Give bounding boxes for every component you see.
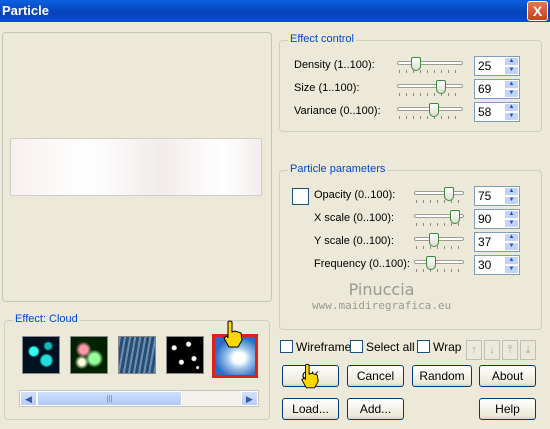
move-top-icon[interactable]: ⤒ — [502, 340, 518, 360]
slider-thumb[interactable] — [436, 80, 446, 94]
spin-up-icon[interactable]: ▲ — [504, 57, 519, 66]
window-title: Particle — [2, 3, 49, 18]
slider-thumb[interactable] — [411, 57, 421, 71]
effect-control-value-field[interactable]: 58 ▲ ▼ — [474, 102, 520, 122]
move-down-icon[interactable]: ↓ — [484, 340, 500, 360]
watermark-url: www.maidiregrafica.eu — [312, 299, 452, 312]
slider-thumb[interactable] — [444, 187, 454, 201]
spin-down-icon[interactable]: ▼ — [504, 196, 519, 205]
move-up-icon[interactable]: ↑ — [466, 340, 482, 360]
thumbnail-scrollbar[interactable]: ◀ ||| ▶ — [19, 390, 259, 407]
spin-up-icon[interactable]: ▲ — [504, 80, 519, 89]
particle-parameter-row: Frequency (0..100): 30 ▲ ▼ — [0, 255, 550, 275]
effect-control-row: Variance (0..100): 58 ▲ ▼ — [0, 102, 550, 122]
wrap-checkbox[interactable] — [417, 340, 430, 353]
wireframe-label: Wireframe — [296, 340, 352, 354]
particle-parameter-row: Y scale (0..100): 37 ▲ ▼ — [0, 232, 550, 252]
spin-down-icon[interactable]: ▼ — [504, 89, 519, 98]
slider-thumb[interactable] — [429, 103, 439, 117]
particle-parameter-label: X scale (0..100): — [314, 212, 395, 224]
particle-parameter-label: Y scale (0..100): — [314, 235, 394, 247]
about-button[interactable]: About — [479, 365, 536, 387]
particle-parameter-slider[interactable] — [414, 255, 464, 275]
load-button[interactable]: Load... — [282, 398, 339, 420]
effect-thumb-bubbles[interactable] — [22, 336, 60, 374]
slider-thumb[interactable] — [426, 256, 436, 270]
watermark: Pinuccia www.maidiregrafica.eu — [312, 280, 451, 312]
particle-parameter-value-field[interactable]: 90 ▲ ▼ — [474, 209, 520, 229]
spin-up-icon[interactable]: ▲ — [504, 210, 519, 219]
close-icon: X — [532, 3, 543, 19]
pointer-hand-icon — [223, 320, 243, 348]
particle-parameters-title: Particle parameters — [288, 163, 388, 175]
close-button[interactable]: X — [527, 1, 548, 21]
particle-parameter-value-field[interactable]: 75 ▲ ▼ — [474, 186, 520, 206]
value-text: 69 — [478, 82, 492, 96]
spin-up-icon[interactable]: ▲ — [504, 233, 519, 242]
random-button[interactable]: Random — [412, 365, 472, 387]
title-bar: Particle X — [0, 0, 550, 22]
spin-down-icon[interactable]: ▼ — [504, 112, 519, 121]
value-text: 58 — [478, 105, 492, 119]
slider-thumb[interactable] — [450, 210, 460, 224]
slider-thumb[interactable] — [429, 233, 439, 247]
spin-down-icon[interactable]: ▼ — [504, 265, 519, 274]
scroll-right-icon[interactable]: ▶ — [241, 391, 258, 406]
effect-title: Effect: Cloud — [13, 313, 80, 325]
value-text: 90 — [478, 212, 492, 226]
effect-control-row: Size (1..100): 69 ▲ ▼ — [0, 79, 550, 99]
particle-parameter-row: X scale (0..100): 90 ▲ ▼ — [0, 209, 550, 229]
value-text: 30 — [478, 258, 492, 272]
select-all-label: Select all — [366, 340, 415, 354]
spin-up-icon[interactable]: ▲ — [504, 256, 519, 265]
pointer-hand-icon — [301, 363, 319, 389]
effect-control-label: Variance (0..100): — [294, 105, 381, 117]
effect-control-slider[interactable] — [397, 56, 463, 76]
spin-down-icon[interactable]: ▼ — [504, 242, 519, 251]
spin-down-icon[interactable]: ▼ — [504, 66, 519, 75]
particle-parameter-label: Opacity (0..100): — [314, 189, 396, 201]
particle-parameter-slider[interactable] — [414, 232, 464, 252]
add-button[interactable]: Add... — [347, 398, 404, 420]
wrap-label: Wrap — [433, 340, 462, 354]
watermark-name: Pinuccia — [348, 280, 415, 299]
effect-control-value-field[interactable]: 25 ▲ ▼ — [474, 56, 520, 76]
effect-control-value-field[interactable]: 69 ▲ ▼ — [474, 79, 520, 99]
particle-parameter-value-field[interactable]: 30 ▲ ▼ — [474, 255, 520, 275]
particle-parameter-slider[interactable] — [414, 186, 464, 206]
scroll-thumb[interactable]: ||| — [37, 391, 182, 406]
effect-control-title: Effect control — [288, 33, 356, 45]
effect-thumb-glow-orbs[interactable] — [70, 336, 108, 374]
effect-control-slider[interactable] — [397, 79, 463, 99]
wireframe-checkbox[interactable] — [280, 340, 293, 353]
move-bottom-icon[interactable]: ⤓ — [520, 340, 536, 360]
spin-up-icon[interactable]: ▲ — [504, 103, 519, 112]
spin-down-icon[interactable]: ▼ — [504, 219, 519, 228]
select-all-checkbox[interactable] — [350, 340, 363, 353]
value-text: 37 — [478, 235, 492, 249]
effect-control-slider[interactable] — [397, 102, 463, 122]
scroll-left-icon[interactable]: ◀ — [20, 391, 37, 406]
effect-thumb-rain[interactable] — [118, 336, 156, 374]
effect-control-label: Size (1..100): — [294, 82, 360, 94]
particle-parameter-row: Opacity (0..100): 75 ▲ ▼ — [0, 186, 550, 206]
particle-parameter-label: Frequency (0..100): — [314, 258, 410, 270]
value-text: 25 — [478, 59, 492, 73]
spin-up-icon[interactable]: ▲ — [504, 187, 519, 196]
help-button[interactable]: Help — [479, 398, 536, 420]
effect-control-row: Density (1..100): 25 ▲ ▼ — [0, 56, 550, 76]
cancel-button[interactable]: Cancel — [347, 365, 404, 387]
particle-parameter-value-field[interactable]: 37 ▲ ▼ — [474, 232, 520, 252]
particle-parameter-slider[interactable] — [414, 209, 464, 229]
value-text: 75 — [478, 189, 492, 203]
effect-control-label: Density (1..100): — [294, 59, 375, 71]
effect-thumb-stars[interactable] — [166, 336, 204, 374]
